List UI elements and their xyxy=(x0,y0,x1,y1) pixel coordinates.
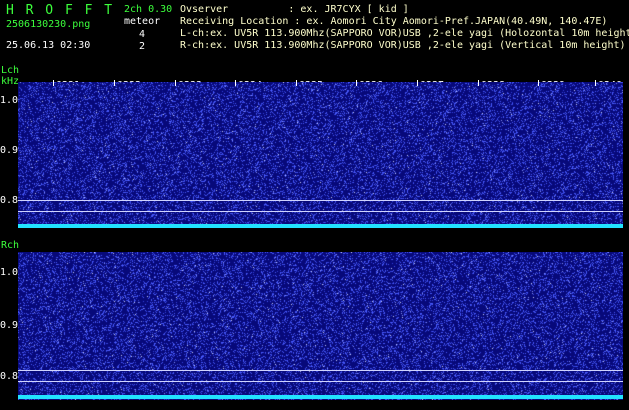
lch-freq-tick-label: 0.9 xyxy=(0,145,19,156)
lch-noise-canvas xyxy=(18,82,623,228)
time-tick-mark xyxy=(175,80,176,86)
observer-line: Ovserver : ex. JR7CYX [ kid ] xyxy=(180,4,409,15)
rch-freq-tick-label: 1.0 xyxy=(0,267,19,278)
rch-noise-canvas xyxy=(18,252,623,400)
lch-freq-tick-label: 1.0 xyxy=(0,95,19,106)
meteor-count-l: 4 xyxy=(139,29,146,40)
time-tick-mark xyxy=(296,80,297,86)
time-tick-mark xyxy=(114,80,115,86)
time-tick-mark xyxy=(53,80,54,86)
time-tick-mark xyxy=(478,80,479,86)
filename-label: 2506130230.png xyxy=(6,19,91,30)
time-tick-mark xyxy=(595,80,596,86)
app-title: H R O F F T xyxy=(6,3,115,18)
rch-freq-tick-label: 0.9 xyxy=(0,320,19,331)
lch-info-line: L-ch:ex. UV5R 113.900Mhz(SAPPORO VOR)USB… xyxy=(180,28,629,39)
time-tick-mark xyxy=(235,80,236,86)
lch-label: Lch xyxy=(1,65,20,76)
datetime-label: 25.06.13 02:30 xyxy=(6,40,91,51)
meteor-count-r: 2 xyxy=(139,41,146,52)
rch-guide-line-2 xyxy=(18,381,623,382)
lch-guide-line-2 xyxy=(18,211,623,212)
channel-info: 2ch 0.30 xyxy=(124,4,173,15)
lch-spectrogram xyxy=(18,82,623,228)
rch-info-line: R-ch:ex. UV5R 113.900Mhz(SAPPORO VOR)USB… xyxy=(180,40,626,51)
rch-guide-line-1 xyxy=(18,370,623,371)
rch-label: Rch xyxy=(1,240,20,251)
time-tick-mark xyxy=(538,80,539,86)
rch-spectrogram xyxy=(18,252,623,400)
rch-freq-tick-label: 0.8 xyxy=(0,371,19,382)
rch-baseline xyxy=(18,395,623,399)
time-tick-mark xyxy=(417,80,418,86)
time-tick-mark xyxy=(356,80,357,86)
lch-freq-tick-label: 0.8 xyxy=(0,195,19,206)
location-line: Receiving Location : ex. Aomori City Aom… xyxy=(180,16,608,27)
meteor-label: meteor xyxy=(124,16,161,27)
lch-guide-line-1 xyxy=(18,200,623,201)
lch-baseline xyxy=(18,224,623,228)
